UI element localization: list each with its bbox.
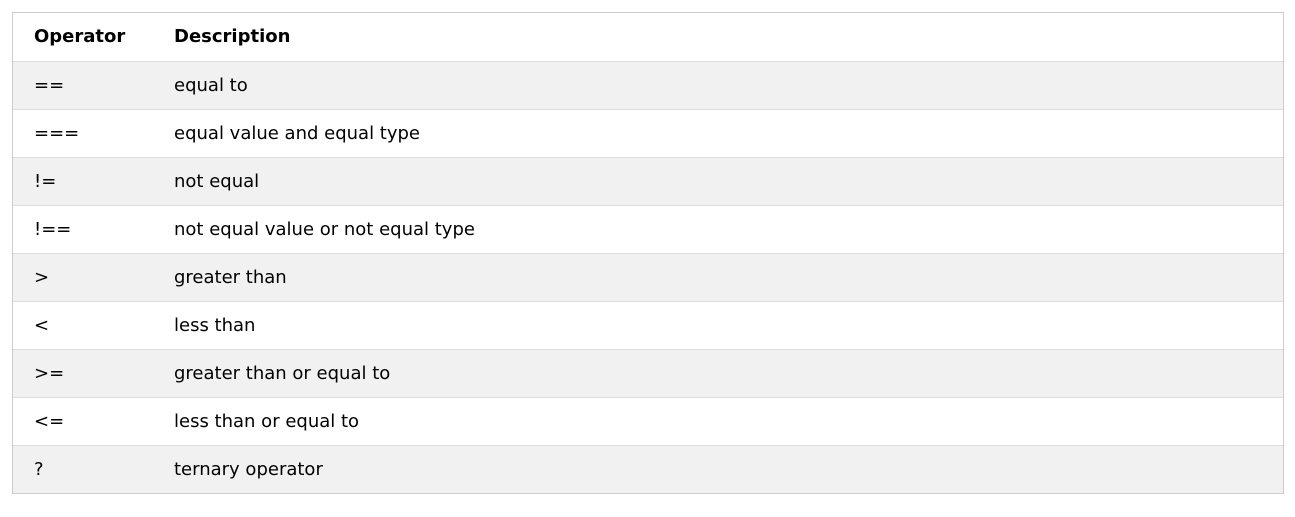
operators-table: Operator Description == equal to === equ… [13, 13, 1283, 493]
description-cell: equal value and equal type [153, 109, 1283, 158]
header-operator: Operator [13, 13, 153, 62]
operator-cell: != [13, 157, 153, 206]
operator-cell: < [13, 301, 153, 350]
description-cell: ternary operator [153, 445, 1283, 493]
table-row: === equal value and equal type [13, 109, 1283, 158]
comparison-operators-table: Operator Description == equal to === equ… [12, 12, 1284, 494]
description-cell: not equal value or not equal type [153, 205, 1283, 254]
description-cell: equal to [153, 61, 1283, 110]
operator-cell: == [13, 61, 153, 110]
table-header-row: Operator Description [13, 13, 1283, 62]
operator-cell: !== [13, 205, 153, 254]
table-row: !== not equal value or not equal type [13, 205, 1283, 254]
table-row: < less than [13, 301, 1283, 350]
operator-cell: === [13, 109, 153, 158]
description-cell: not equal [153, 157, 1283, 206]
table-row: >= greater than or equal to [13, 349, 1283, 398]
table-row: > greater than [13, 253, 1283, 302]
table-row: != not equal [13, 157, 1283, 206]
description-cell: less than or equal to [153, 397, 1283, 446]
table-row: ? ternary operator [13, 445, 1283, 493]
header-description: Description [153, 13, 1283, 62]
table-row: == equal to [13, 61, 1283, 110]
description-cell: greater than or equal to [153, 349, 1283, 398]
operator-cell: >= [13, 349, 153, 398]
operator-cell: <= [13, 397, 153, 446]
description-cell: greater than [153, 253, 1283, 302]
operator-cell: ? [13, 445, 153, 493]
description-cell: less than [153, 301, 1283, 350]
table-row: <= less than or equal to [13, 397, 1283, 446]
operator-cell: > [13, 253, 153, 302]
